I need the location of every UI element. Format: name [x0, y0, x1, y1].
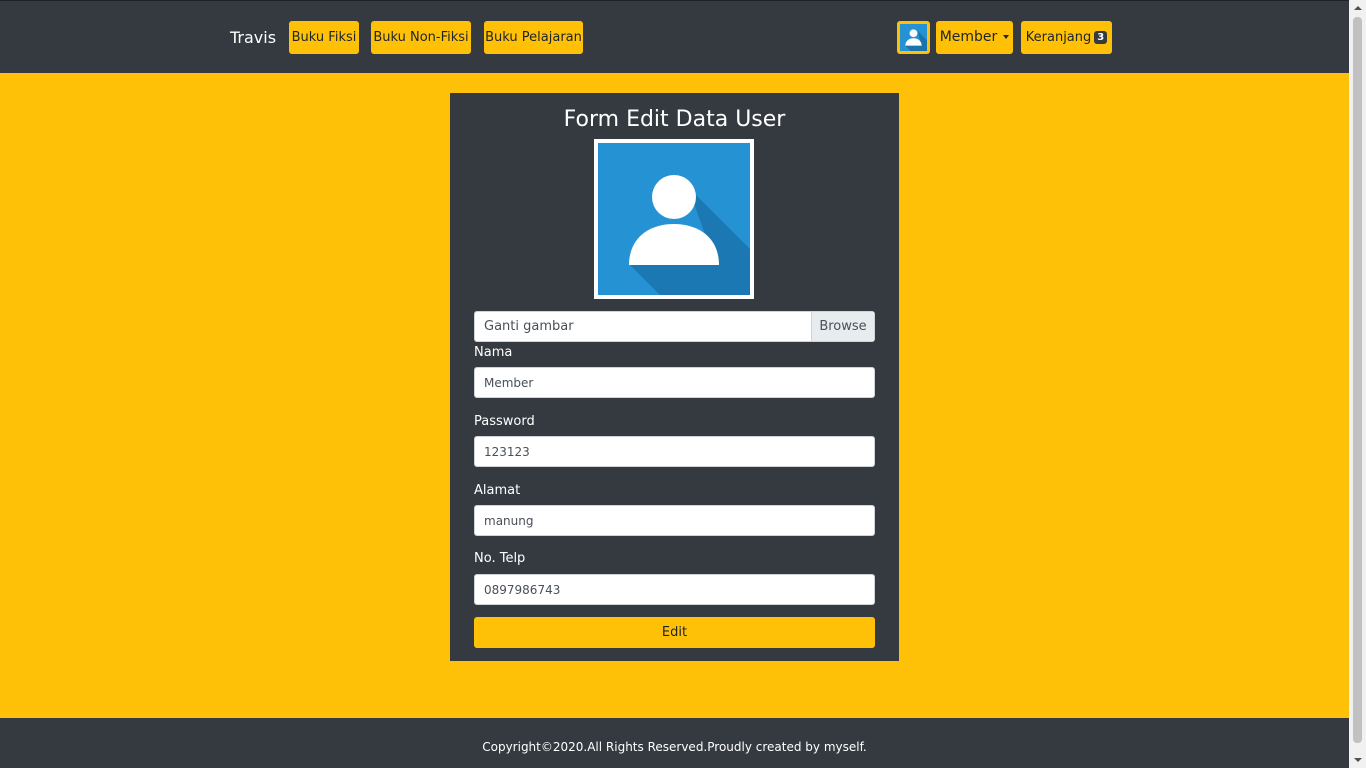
browse-button[interactable]: Browse — [811, 312, 874, 341]
alamat-label: Alamat — [474, 483, 521, 498]
user-avatar-icon — [900, 24, 927, 51]
member-dropdown-label: Member — [939, 29, 998, 45]
user-avatar-icon — [598, 143, 750, 295]
profile-photo-frame — [594, 139, 754, 299]
scrollbar-thumb[interactable] — [1353, 17, 1362, 743]
chevron-down-icon — [1003, 35, 1010, 39]
password-label: Password — [474, 414, 535, 429]
nama-label: Nama — [474, 345, 513, 360]
password-input[interactable] — [474, 436, 875, 467]
footer: Copyright©2020.All Rights Reserved.Proud… — [0, 718, 1349, 768]
alamat-input[interactable] — [474, 505, 875, 536]
cart-button[interactable]: Keranjang 3 — [1021, 21, 1112, 54]
arrow-down-icon — [1354, 758, 1362, 762]
navbar-brand[interactable]: Travis — [230, 28, 276, 48]
file-input-label: Ganti gambar — [484, 319, 574, 334]
member-dropdown-button[interactable]: Member — [936, 21, 1013, 54]
profile-avatar-button[interactable] — [897, 21, 930, 54]
scroll-down-button[interactable] — [1349, 751, 1366, 768]
nav-buku-non-fiksi-button[interactable]: Buku Non-Fiksi — [371, 21, 471, 54]
page: Travis Buku Fiksi Buku Non-Fiksi Buku Pe… — [0, 0, 1349, 768]
cart-count-badge: 3 — [1094, 31, 1108, 44]
nama-input[interactable] — [474, 367, 875, 398]
image-file-input[interactable]: Ganti gambar Browse — [474, 311, 875, 342]
cart-label: Keranjang — [1025, 30, 1092, 45]
edit-submit-button[interactable]: Edit — [474, 617, 875, 648]
nav-buku-fiksi-button[interactable]: Buku Fiksi — [289, 21, 359, 54]
footer-copyright: Copyright©2020.All Rights Reserved.Proud… — [482, 740, 867, 754]
telp-label: No. Telp — [474, 551, 526, 566]
arrow-up-icon — [1354, 6, 1362, 10]
telp-input[interactable] — [474, 574, 875, 605]
vertical-scrollbar[interactable] — [1349, 0, 1366, 768]
form-title: Form Edit Data User — [563, 107, 786, 132]
navbar: Travis Buku Fiksi Buku Non-Fiksi Buku Pe… — [0, 0, 1349, 73]
nav-buku-pelajaran-button[interactable]: Buku Pelajaran — [484, 21, 583, 54]
scroll-up-button[interactable] — [1349, 0, 1366, 17]
